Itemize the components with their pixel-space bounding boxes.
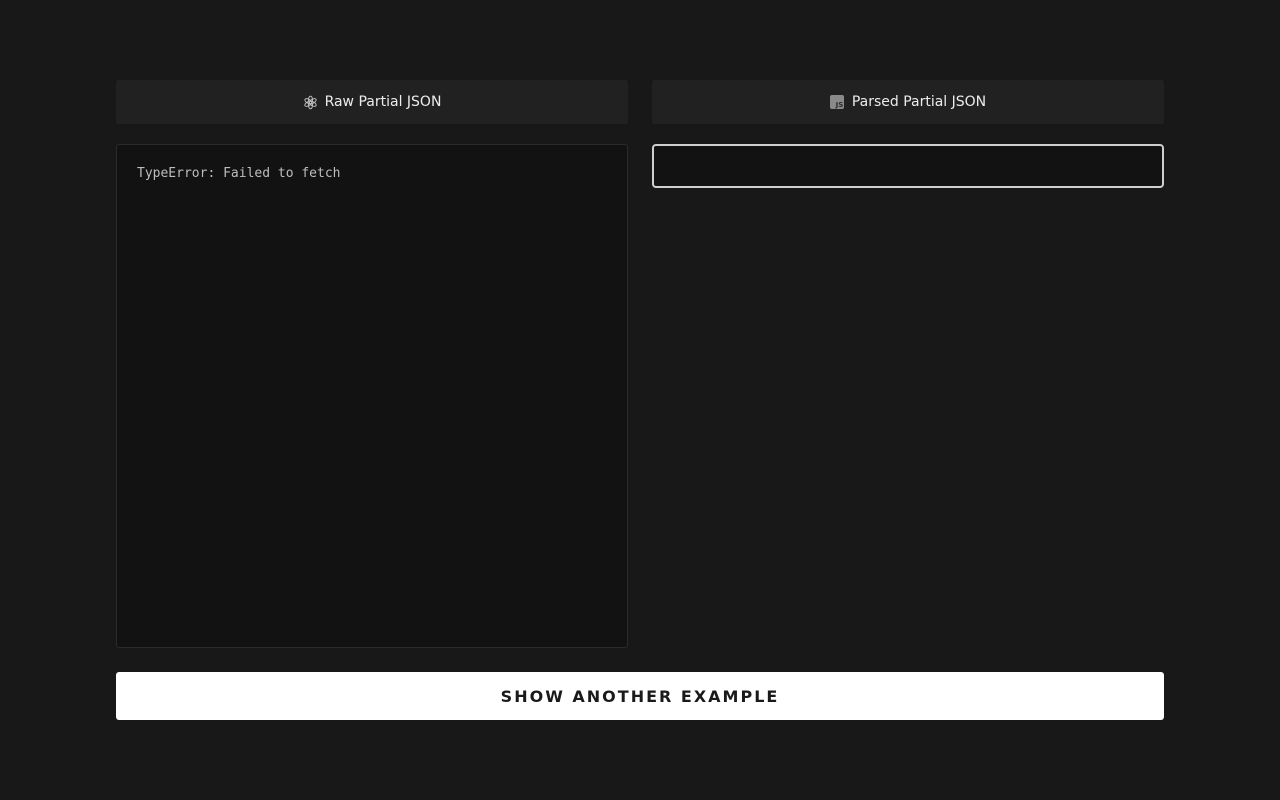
- raw-json-content: TypeError: Failed to fetch: [137, 166, 341, 181]
- javascript-icon: JS: [830, 95, 845, 110]
- raw-json-panel[interactable]: TypeError: Failed to fetch: [116, 144, 628, 648]
- parsed-json-panel[interactable]: [652, 144, 1164, 188]
- app-root: Raw Partial JSON TypeError: Failed to fe…: [116, 80, 1164, 720]
- parsed-column-header: JS Parsed Partial JSON: [652, 80, 1164, 124]
- parsed-column-title: Parsed Partial JSON: [851, 94, 987, 110]
- openai-logo-icon: [303, 95, 318, 110]
- columns: Raw Partial JSON TypeError: Failed to fe…: [116, 80, 1164, 648]
- raw-column-header: Raw Partial JSON: [116, 80, 628, 124]
- parsed-column: JS Parsed Partial JSON: [652, 80, 1164, 648]
- javascript-icon-text: JS: [835, 101, 844, 109]
- show-another-example-button[interactable]: SHOW ANOTHER EXAMPLE: [116, 672, 1164, 720]
- raw-column-title: Raw Partial JSON: [324, 94, 442, 110]
- raw-column: Raw Partial JSON TypeError: Failed to fe…: [116, 80, 628, 648]
